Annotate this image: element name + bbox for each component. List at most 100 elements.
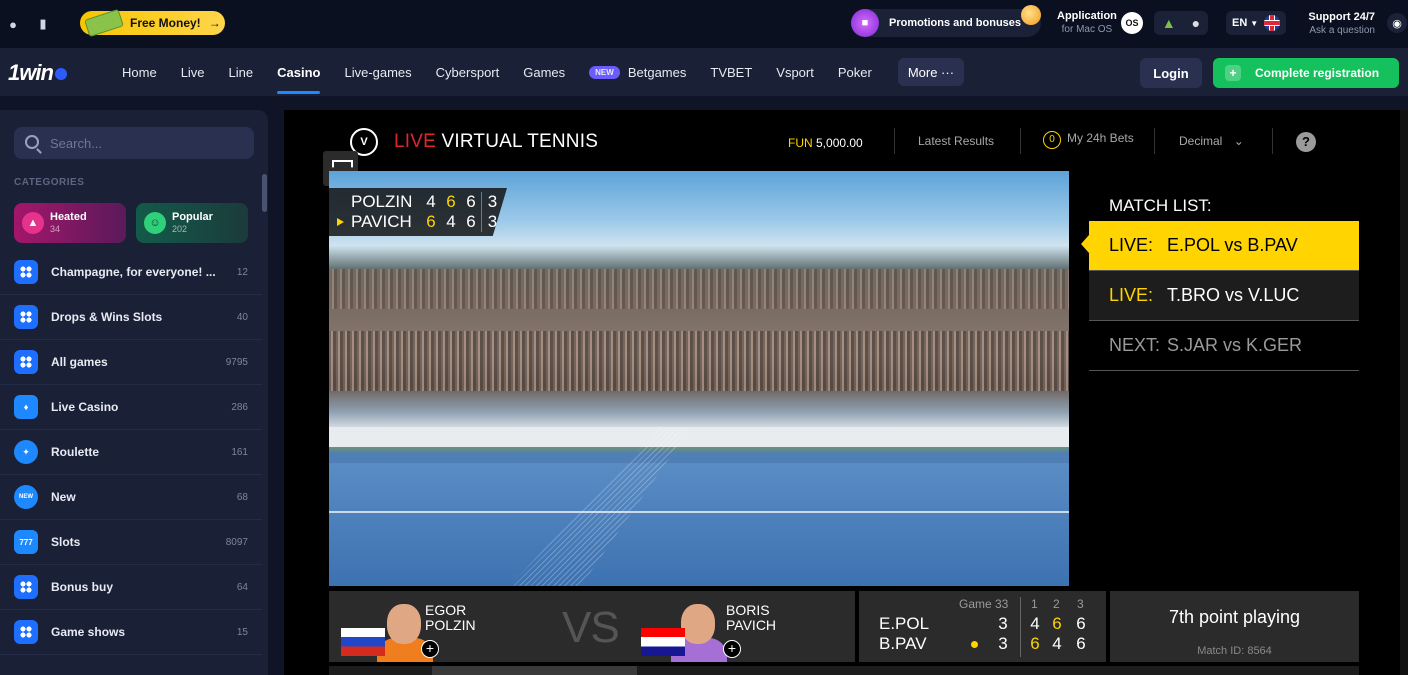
chat-icon[interactable]: ◉ [1387, 13, 1407, 33]
divider [1020, 128, 1021, 154]
balance-amount: 5,000.00 [812, 136, 863, 150]
menu-item-count: 15 [236, 626, 248, 638]
player1-last-name: POLZIN [425, 617, 476, 633]
menu-item-all-games[interactable]: All games 9795 [0, 340, 262, 385]
latest-results-link[interactable]: Latest Results [918, 134, 994, 148]
help-icon[interactable]: ? [1296, 132, 1316, 152]
categories-label: CATEGORIES [14, 177, 85, 188]
divider [1272, 128, 1273, 154]
apple-icon[interactable]: ● [1192, 15, 1200, 31]
mobile-icon[interactable]: ▮ [32, 13, 54, 35]
set-score: 6 [1076, 634, 1086, 653]
android-icon[interactable]: ▲ [1162, 15, 1176, 31]
set-header: 3 [1077, 597, 1084, 611]
menu-item-label: Game shows [51, 625, 126, 639]
set-score: 6 [1076, 614, 1086, 633]
bets-count-badge: 0 [1043, 131, 1061, 149]
menu-item-game-shows[interactable]: Game shows 15 [0, 610, 262, 655]
serve-indicator-icon [337, 218, 344, 226]
register-button[interactable]: + Complete registration [1213, 58, 1399, 88]
menu-item-live-casino[interactable]: ♦ Live Casino 286 [0, 385, 262, 430]
set-score: 4 [1052, 634, 1062, 653]
add-player1-icon[interactable]: + [421, 640, 439, 658]
sidebar: Search... CATEGORIES ▲ Heated 34 ☺ Popul… [0, 110, 268, 675]
slots-icon: 777 [14, 530, 38, 554]
set-score: 6 [466, 192, 476, 211]
nav-casino[interactable]: Casino [265, 48, 332, 96]
chevron-down-icon: ⌄ [1233, 134, 1244, 148]
odds-format-select[interactable]: Decimal ⌄ [1179, 134, 1244, 148]
app-download[interactable]: Application for Mac OS [1057, 10, 1117, 36]
nav-tvbet[interactable]: TVBET [698, 48, 764, 96]
fire-icon: ▲ [22, 212, 44, 234]
nav-games[interactable]: Games [511, 48, 577, 96]
match-status: NEXT: [1109, 335, 1161, 355]
nav-live-games[interactable]: Live-games [332, 48, 423, 96]
menu-item-count: 8097 [225, 536, 248, 548]
menu-item-bonus-buy[interactable]: Bonus buy 64 [0, 565, 262, 610]
menu-item-label: Champagne, for everyone! ... [51, 265, 216, 279]
match-list-item[interactable]: LIVE: T.BRO vs V.LUC [1089, 271, 1359, 321]
menu-item-drops-wins[interactable]: Drops & Wins Slots 40 [0, 295, 262, 340]
player1-first-name: EGOR [425, 602, 467, 618]
category-popular-label: Popular [172, 211, 213, 223]
sidebar-scrollbar[interactable] [262, 174, 267, 212]
nav-betgames[interactable]: NEW Betgames [577, 48, 698, 96]
macos-icon[interactable]: OS [1121, 12, 1143, 34]
set-header: 2 [1053, 597, 1060, 611]
language-selector[interactable]: EN ▼ [1226, 11, 1286, 35]
player1-name: EGOR POLZIN [425, 603, 476, 633]
nav-betgames-label: Betgames [627, 64, 687, 80]
arrow-right-icon: → [208, 16, 221, 30]
menu-item-count: 9795 [225, 356, 248, 368]
my-bets-link[interactable]: 0 My 24h Bets [1043, 131, 1134, 149]
match-id: Match ID: 8564 [1197, 645, 1272, 657]
menu-item-new[interactable]: NEW New 68 [0, 475, 262, 520]
promotions-button[interactable]: ■ Promotions and bonuses [851, 5, 1041, 37]
nav-line[interactable]: Line [217, 48, 266, 96]
serve-dot-icon [971, 641, 978, 648]
support-link[interactable]: Support 24/7 Ask a question [1303, 11, 1375, 37]
login-button[interactable]: Login [1140, 58, 1202, 88]
set-score: 6 [426, 212, 436, 231]
add-player2-icon[interactable]: + [723, 640, 741, 658]
nav-vsport[interactable]: Vsport [764, 48, 826, 96]
match-list-item[interactable]: LIVE: E.POL vs B.PAV [1089, 221, 1359, 271]
menu-item-slots[interactable]: 777 Slots 8097 [0, 520, 262, 565]
balance-currency: FUN [788, 136, 813, 150]
crowd-lower [329, 331, 1069, 391]
more-button[interactable]: More ··· [897, 58, 965, 86]
plus-icon: + [1225, 65, 1241, 81]
nav-cybersport[interactable]: Cybersport [424, 48, 512, 96]
category-popular[interactable]: ☺ Popular 202 [136, 203, 248, 243]
match-status: LIVE: [1109, 235, 1154, 255]
game-score: 3 [481, 192, 503, 212]
players-panel: + EGOR POLZIN VS + BORIS PAVICH [329, 591, 855, 662]
odds-format-label: Decimal [1179, 134, 1223, 148]
set-score: 6 [1030, 634, 1040, 653]
category-heated[interactable]: ▲ Heated 34 [14, 203, 126, 243]
grid-icon [14, 575, 38, 599]
free-money-button[interactable]: Free Money! → [80, 8, 225, 38]
timeline-bar[interactable] [329, 666, 1359, 675]
lock-icon[interactable]: ● [2, 13, 24, 35]
register-label: Complete registration [1255, 66, 1380, 80]
player1-face [387, 604, 421, 644]
match-name: E.POL vs B.PAV [1167, 235, 1298, 255]
nav-live[interactable]: Live [169, 48, 217, 96]
score-row: POLZIN 4 6 6 3 [329, 192, 503, 212]
nav-home[interactable]: Home [110, 48, 169, 96]
nav-poker[interactable]: Poker [826, 48, 884, 96]
menu-item-champagne[interactable]: Champagne, for everyone! ... 12 [0, 250, 262, 295]
title-live: LIVE [394, 131, 436, 152]
search-input[interactable]: Search... [14, 127, 254, 159]
selected-arrow-icon [1081, 235, 1089, 253]
search-icon [25, 135, 39, 149]
player2-name: BORIS PAVICH [726, 603, 776, 633]
menu-item-count: 12 [236, 266, 248, 278]
menu-item-roulette[interactable]: ✦ Roulette 161 [0, 430, 262, 475]
logo[interactable]: 1win [8, 60, 67, 86]
content-scrollbar[interactable] [1400, 110, 1408, 675]
match-list-item[interactable]: NEXT: S.JAR vs K.GER [1089, 321, 1359, 371]
score-player-name: E.POL [879, 614, 930, 633]
